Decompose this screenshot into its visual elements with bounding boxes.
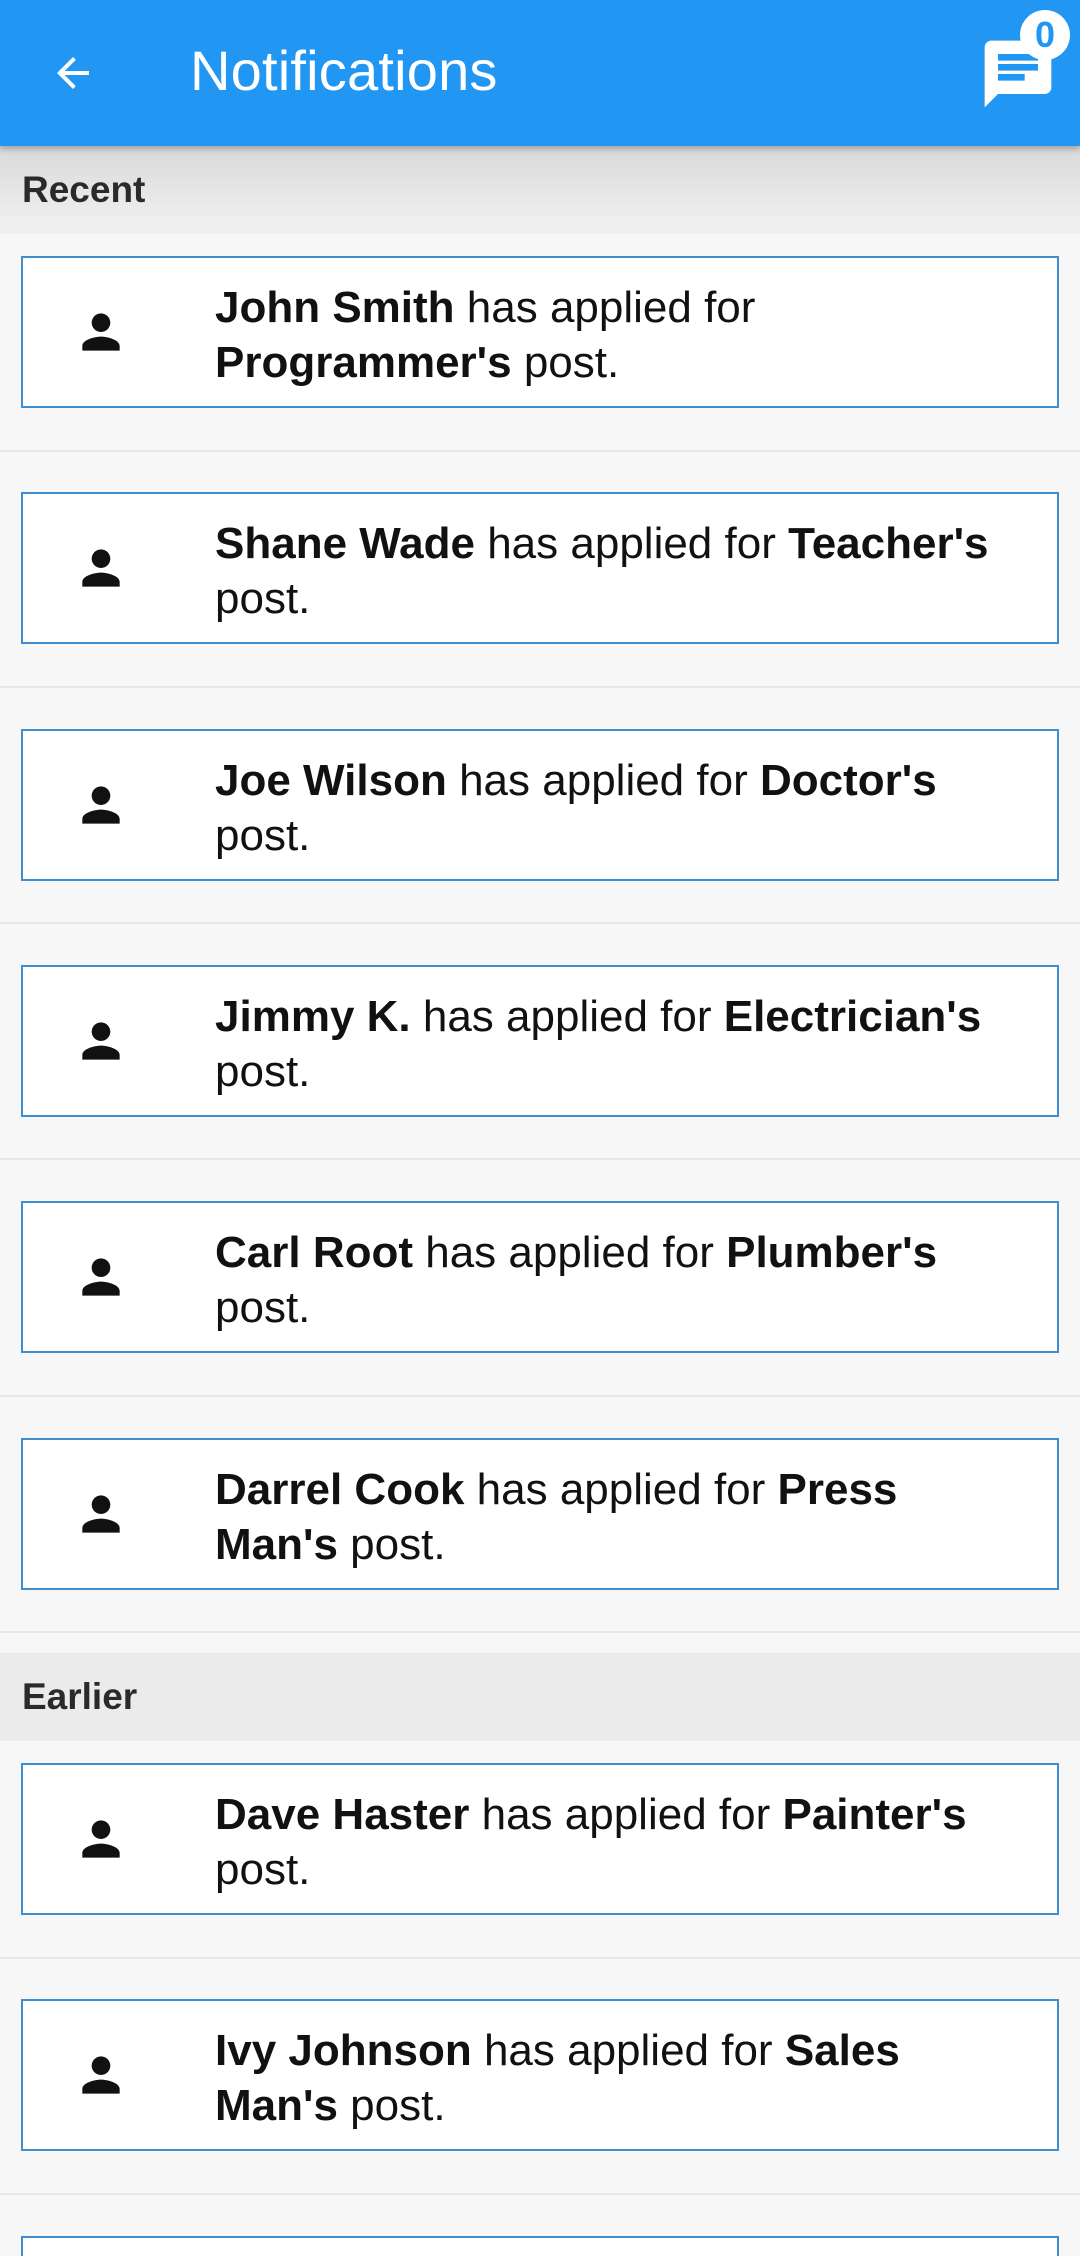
applicant-name: Ivy Johnson (215, 2026, 472, 2075)
arrow-back-icon (57, 57, 89, 89)
back-button[interactable] (36, 36, 110, 110)
person-icon (82, 786, 120, 824)
notification-tail: post. (511, 338, 620, 387)
notification-middle: has applied for (410, 992, 724, 1041)
section-header-recent: Recent (0, 146, 1080, 234)
applicant-name: John Smith (215, 283, 455, 332)
job-title: Doctor's (759, 756, 937, 805)
notification-text: Dave Haster has applied for Painter's po… (215, 1787, 1027, 1897)
job-title: Electrician's (723, 992, 982, 1041)
job-title: Painter's (782, 1790, 967, 1839)
notification-text: Jimmy K. has applied for Electrician's p… (215, 989, 1027, 1099)
person-icon (82, 1258, 120, 1296)
page-title: Notifications (190, 39, 498, 102)
notification-middle: has applied for (464, 1465, 778, 1514)
notification-text: Darrel Cook has applied for Press Man's … (215, 1462, 1027, 1572)
applicant-name: Shane Wade (215, 519, 475, 568)
person-icon (82, 1022, 120, 1060)
person-icon (82, 549, 120, 587)
notification-tail: post. (215, 1845, 311, 1894)
divider (0, 450, 1080, 452)
person-icon (82, 2056, 120, 2094)
applicant-name: Carl Root (215, 1228, 413, 1277)
applicant-name: Dave Haster (215, 1790, 470, 1839)
divider (0, 686, 1080, 688)
divider (0, 1395, 1080, 1397)
person-icon (82, 1495, 120, 1533)
notification-text: Carl Root has applied for Plumber's post… (215, 1225, 1027, 1335)
notification-text: Joe Wilson has applied for Doctor's post… (215, 753, 1027, 863)
applicant-name: Jimmy K. (215, 992, 411, 1041)
notification-tail: post. (215, 811, 311, 860)
applicant-name: Joe Wilson (215, 756, 447, 805)
job-title: Plumber's (726, 1228, 938, 1277)
divider (0, 2193, 1080, 2195)
notification-middle: has applied for (454, 283, 756, 332)
notification-card[interactable]: Joe Wilson has applied for Doctor's post… (21, 729, 1059, 881)
job-title: Programmer's (215, 338, 512, 387)
divider (0, 1631, 1080, 1633)
notification-card[interactable]: Shane Wade has applied for Teacher's pos… (21, 492, 1059, 644)
notification-card[interactable]: Carl Root has applied for Plumber's post… (21, 1201, 1059, 1353)
notification-tail: post. (337, 1520, 446, 1569)
app-bar: Notifications 0 (0, 0, 1080, 146)
message-count-badge: 0 (1020, 10, 1070, 60)
section-header-earlier: Earlier (0, 1653, 1080, 1741)
notification-text: Ivy Johnson has applied for Sales Man's … (215, 2023, 1027, 2133)
divider (0, 1158, 1080, 1160)
notification-middle: has applied for (413, 1228, 727, 1277)
person-icon (82, 1820, 120, 1858)
person-icon (82, 313, 120, 351)
notification-tail: post. (215, 574, 311, 623)
notification-middle: has applied for (469, 1790, 783, 1839)
notification-card[interactable]: Darrel Cook has applied for Press Man's … (21, 1438, 1059, 1590)
notification-tail: post. (337, 2081, 446, 2130)
notification-middle: has applied for (446, 756, 760, 805)
notification-tail: post. (215, 1283, 311, 1332)
notification-card[interactable]: John Smith has applied for Programmer's … (21, 256, 1059, 408)
notification-middle: has applied for (474, 519, 789, 568)
divider (0, 922, 1080, 924)
notification-middle: has applied for (471, 2026, 785, 2075)
notification-tail: post. (215, 1047, 311, 1096)
notification-card-partial[interactable] (21, 2236, 1059, 2256)
applicant-name: Darrel Cook (215, 1465, 465, 1514)
job-title: Teacher's (788, 519, 989, 568)
notification-text: Shane Wade has applied for Teacher's pos… (215, 516, 1027, 626)
notification-card[interactable]: Ivy Johnson has applied for Sales Man's … (21, 1999, 1059, 2151)
divider (0, 1957, 1080, 1959)
notification-text: John Smith has applied for Programmer's … (215, 280, 1027, 390)
notification-card[interactable]: Jimmy K. has applied for Electrician's p… (21, 965, 1059, 1117)
notification-card[interactable]: Dave Haster has applied for Painter's po… (21, 1763, 1059, 1915)
